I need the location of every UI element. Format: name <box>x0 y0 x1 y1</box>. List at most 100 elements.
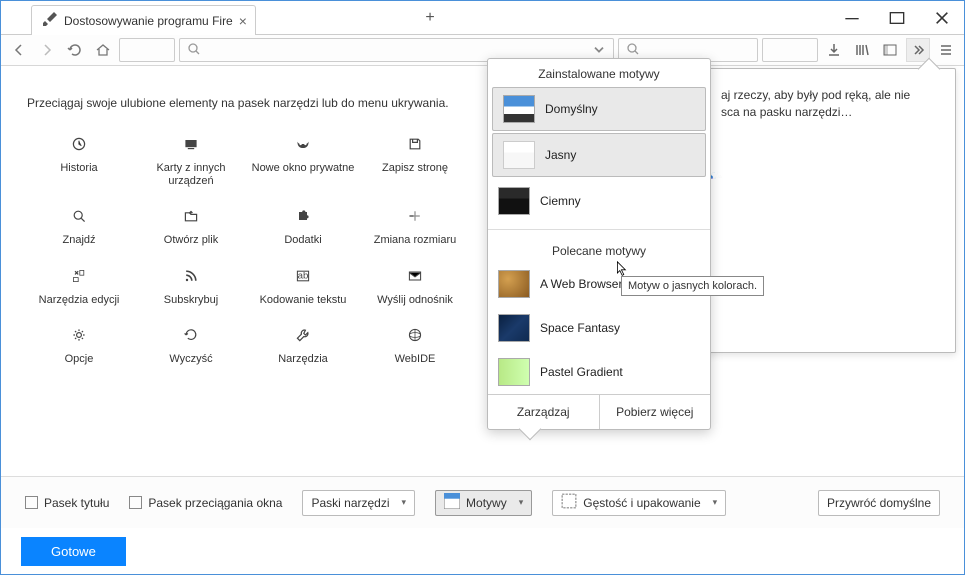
menu-button[interactable] <box>934 38 958 62</box>
device-icon <box>179 132 203 156</box>
clear-icon <box>179 323 203 347</box>
theme-name: Space Fantasy <box>540 321 620 335</box>
close-icon[interactable]: × <box>239 13 247 29</box>
theme-name: Pastel Gradient <box>540 365 623 379</box>
tab-customize[interactable]: Dostosowywanie programu Fire × <box>31 5 256 35</box>
item-label: Wyślij odnośnik <box>377 294 453 307</box>
titlebar: Dostosowywanie programu Fire × + <box>1 1 964 34</box>
palette-item[interactable]: Otwórz plik <box>139 204 243 247</box>
palette-item[interactable]: Nowe okno prywatne <box>251 132 355 188</box>
item-label: WebIDE <box>395 353 436 366</box>
theme-swatch <box>503 141 535 169</box>
customize-area: Przeciągaj swoje ulubione elementy na pa… <box>1 66 964 476</box>
rss-icon <box>179 264 203 288</box>
palette-item[interactable]: Narzędzia edycji <box>27 264 131 307</box>
item-label: Karty z innych urządzeń <box>139 162 243 188</box>
mail-icon <box>403 264 427 288</box>
forward-button[interactable] <box>35 38 59 62</box>
wrench-icon <box>291 323 315 347</box>
search-icon <box>186 41 202 60</box>
home-button[interactable] <box>91 38 115 62</box>
palette-item[interactable]: Opcje <box>27 323 131 366</box>
item-label: Narzędzia edycji <box>39 294 120 307</box>
palette-item[interactable]: Narzędzia <box>251 323 355 366</box>
restore-defaults-button[interactable]: Przywróć domyślne <box>818 490 940 516</box>
flex-space <box>119 38 175 62</box>
themes-dropdown[interactable]: Motywy▾ <box>435 490 532 516</box>
close-button[interactable] <box>919 3 964 33</box>
done-button[interactable]: Gotowe <box>21 537 126 566</box>
bottom-bar: Gotowe <box>1 528 964 574</box>
downloads-button[interactable] <box>822 38 846 62</box>
palette-item[interactable]: Historia <box>27 132 131 188</box>
webide-icon <box>403 323 427 347</box>
get-more-themes-button[interactable]: Pobierz więcej <box>600 395 711 429</box>
overflow-panel: aj rzeczy, aby były pod ręką, ale niesca… <box>706 68 956 353</box>
theme-swatch <box>498 314 530 342</box>
theme-swatch <box>503 95 535 123</box>
item-label: Zapisz stronę <box>382 162 448 175</box>
palette-item[interactable]: Zmiana rozmiaru <box>363 204 467 247</box>
palette-item[interactable]: Subskrybuj <box>139 264 243 307</box>
tab-title: Dostosowywanie programu Fire <box>64 14 233 28</box>
theme-option[interactable]: Ciemny <box>488 179 710 223</box>
palette-item[interactable]: Wyczyść <box>139 323 243 366</box>
theme-swatch <box>498 358 530 386</box>
item-label: Zmiana rozmiaru <box>374 234 457 247</box>
palette-item[interactable]: Dodatki <box>251 204 355 247</box>
recommended-header: Polecane motywy <box>488 236 710 262</box>
item-label: Wyczyść <box>169 353 212 366</box>
theme-option[interactable]: Domyślny <box>492 87 706 131</box>
flex-space <box>762 38 818 62</box>
item-label: Znajdź <box>62 234 95 247</box>
theme-name: Jasny <box>545 148 576 162</box>
dragspace-checkbox[interactable]: Pasek przeciągania okna <box>129 496 282 510</box>
search-icon <box>67 204 91 228</box>
palette-item[interactable]: WebIDE <box>363 323 467 366</box>
density-dropdown[interactable]: Gęstość i upakowanie▾ <box>552 490 726 516</box>
svg-text:ab: ab <box>298 270 309 281</box>
palette-item[interactable]: Zapisz stronę <box>363 132 467 188</box>
chevron-down-icon[interactable] <box>591 41 607 60</box>
item-label: Dodatki <box>284 234 321 247</box>
toolbars-dropdown[interactable]: Paski narzędzi▾ <box>302 490 415 516</box>
puzzle-icon <box>291 204 315 228</box>
back-button[interactable] <box>7 38 31 62</box>
theme-option[interactable]: Pastel Gradient <box>488 350 710 394</box>
mask-icon <box>291 132 315 156</box>
item-label: Nowe okno prywatne <box>252 162 355 175</box>
palette-item[interactable]: ab Kodowanie tekstu <box>251 264 355 307</box>
theme-option[interactable]: Space Fantasy <box>488 306 710 350</box>
palette-item[interactable]: Karty z innych urządzeń <box>139 132 243 188</box>
gear-icon <box>67 323 91 347</box>
item-label: Subskrybuj <box>164 294 218 307</box>
item-label: Otwórz plik <box>164 234 218 247</box>
palette-item[interactable]: Znajdź <box>27 204 131 247</box>
history-icon <box>67 132 91 156</box>
theme-swatch <box>498 187 530 215</box>
installed-header: Zainstalowane motywy <box>488 59 710 85</box>
theme-swatch <box>498 270 530 298</box>
item-label: Kodowanie tekstu <box>260 294 347 307</box>
reload-button[interactable] <box>63 38 87 62</box>
open-icon <box>179 204 203 228</box>
theme-option[interactable]: Jasny <box>492 133 706 177</box>
item-label: Narzędzia <box>278 353 328 366</box>
titlebar-checkbox[interactable]: Pasek tytułu <box>25 496 109 510</box>
item-label: Historia <box>60 162 97 175</box>
sidebar-button[interactable] <box>878 38 902 62</box>
theme-name: Ciemny <box>540 194 581 208</box>
minimize-button[interactable] <box>829 3 874 33</box>
tooltip: Motyw o jasnych kolorach. <box>621 276 764 296</box>
theme-swatch-icon <box>444 493 460 512</box>
theme-name: Domyślny <box>545 102 598 116</box>
navbar <box>1 34 964 66</box>
density-icon <box>561 493 577 512</box>
maximize-button[interactable] <box>874 3 919 33</box>
manage-themes-button[interactable]: Zarządzaj <box>488 395 600 429</box>
paintbrush-icon <box>42 11 58 30</box>
item-label: Opcje <box>65 353 94 366</box>
library-button[interactable] <box>850 38 874 62</box>
new-tab-button[interactable]: + <box>415 1 445 34</box>
palette-item[interactable]: Wyślij odnośnik <box>363 264 467 307</box>
